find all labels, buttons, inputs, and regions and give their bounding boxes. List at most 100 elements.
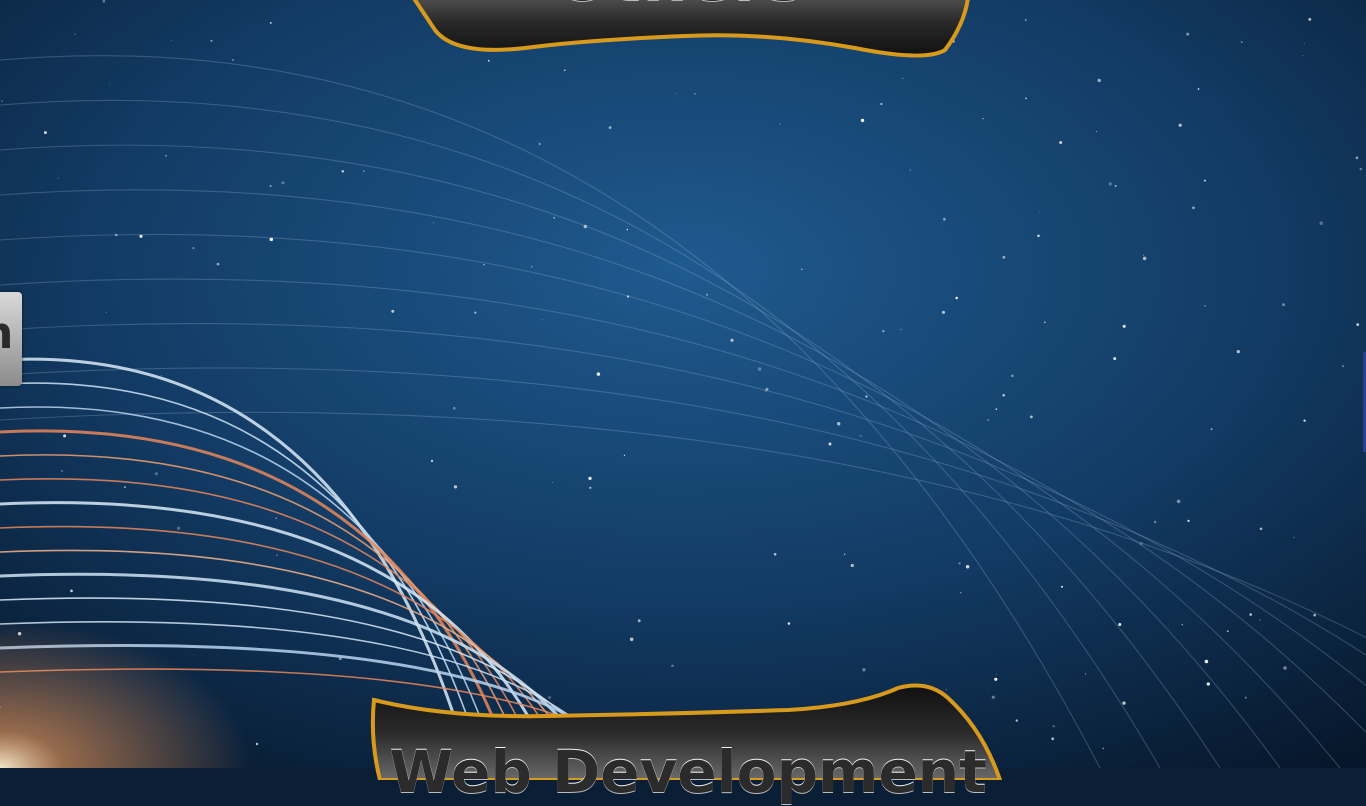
star — [1283, 666, 1287, 670]
star — [787, 622, 791, 625]
star — [860, 118, 865, 123]
bottom-banner-title: Web Development — [389, 738, 987, 806]
space-background — [0, 0, 1366, 768]
star — [1355, 156, 1359, 160]
star — [941, 310, 946, 314]
star — [1102, 747, 1104, 749]
star — [1240, 41, 1243, 44]
star — [828, 442, 832, 446]
star — [1037, 234, 1040, 238]
star — [210, 39, 213, 42]
star — [1153, 520, 1157, 524]
star — [74, 33, 76, 35]
star — [800, 268, 803, 271]
star — [170, 39, 172, 41]
star — [1044, 321, 1046, 324]
star — [269, 21, 272, 24]
star — [1203, 179, 1206, 182]
star — [1122, 324, 1126, 328]
star — [541, 319, 543, 321]
top-title-banner: Others — [385, 0, 975, 65]
star — [900, 329, 902, 331]
star — [275, 517, 277, 520]
star — [1186, 32, 1190, 36]
star — [0, 100, 3, 103]
star — [1030, 415, 1033, 419]
star — [192, 247, 195, 250]
star — [995, 408, 998, 410]
star — [671, 664, 674, 668]
star — [63, 434, 67, 438]
star — [882, 329, 885, 333]
star — [1002, 394, 1005, 397]
star — [1210, 428, 1213, 430]
star — [1108, 182, 1112, 186]
star — [596, 372, 601, 376]
star — [105, 311, 107, 314]
star — [564, 69, 566, 71]
star — [730, 338, 734, 342]
star — [474, 311, 477, 314]
star — [959, 591, 962, 594]
star — [1197, 88, 1200, 90]
star — [1303, 42, 1305, 44]
star — [1039, 211, 1041, 212]
star — [637, 619, 641, 623]
star — [1114, 184, 1117, 187]
star — [363, 170, 365, 172]
star — [232, 59, 234, 61]
star — [553, 216, 556, 219]
star — [1178, 123, 1182, 127]
star — [552, 482, 554, 483]
star — [1085, 673, 1087, 675]
star — [880, 102, 883, 106]
star — [1302, 55, 1304, 57]
star — [1024, 19, 1027, 21]
star — [139, 234, 143, 238]
side-tab-label: n — [0, 308, 13, 359]
star — [1025, 97, 1027, 100]
star — [1192, 206, 1195, 210]
star — [1097, 78, 1101, 83]
star — [281, 181, 285, 185]
star — [1342, 365, 1344, 367]
star — [1308, 17, 1312, 21]
star — [1002, 255, 1006, 259]
star — [1015, 719, 1018, 722]
star — [1113, 357, 1117, 361]
star — [859, 434, 862, 437]
star — [1176, 499, 1181, 504]
star — [626, 228, 629, 231]
star — [453, 407, 456, 410]
star — [1052, 725, 1055, 728]
star — [1204, 305, 1206, 307]
star — [1236, 349, 1240, 354]
star — [588, 476, 592, 481]
star — [757, 367, 762, 371]
star — [1356, 323, 1360, 326]
star — [391, 309, 395, 313]
star — [433, 222, 434, 224]
top-banner-title: Others — [385, 0, 975, 16]
star — [1244, 696, 1247, 699]
star — [1204, 659, 1209, 664]
bottom-title-banner: Web Development — [368, 680, 1008, 806]
star — [589, 486, 592, 489]
side-navigation-tab[interactable]: n — [0, 292, 22, 386]
star — [694, 93, 696, 95]
star — [1059, 140, 1063, 145]
star — [674, 93, 676, 95]
star — [987, 419, 989, 421]
star — [902, 77, 904, 80]
star — [109, 82, 111, 84]
star — [958, 562, 961, 565]
star — [965, 565, 970, 569]
star — [1206, 682, 1210, 686]
star — [1187, 519, 1190, 523]
star — [844, 553, 846, 555]
star — [483, 264, 485, 266]
star — [57, 177, 59, 179]
star — [269, 184, 272, 187]
star — [1118, 623, 1122, 626]
star — [865, 395, 868, 398]
